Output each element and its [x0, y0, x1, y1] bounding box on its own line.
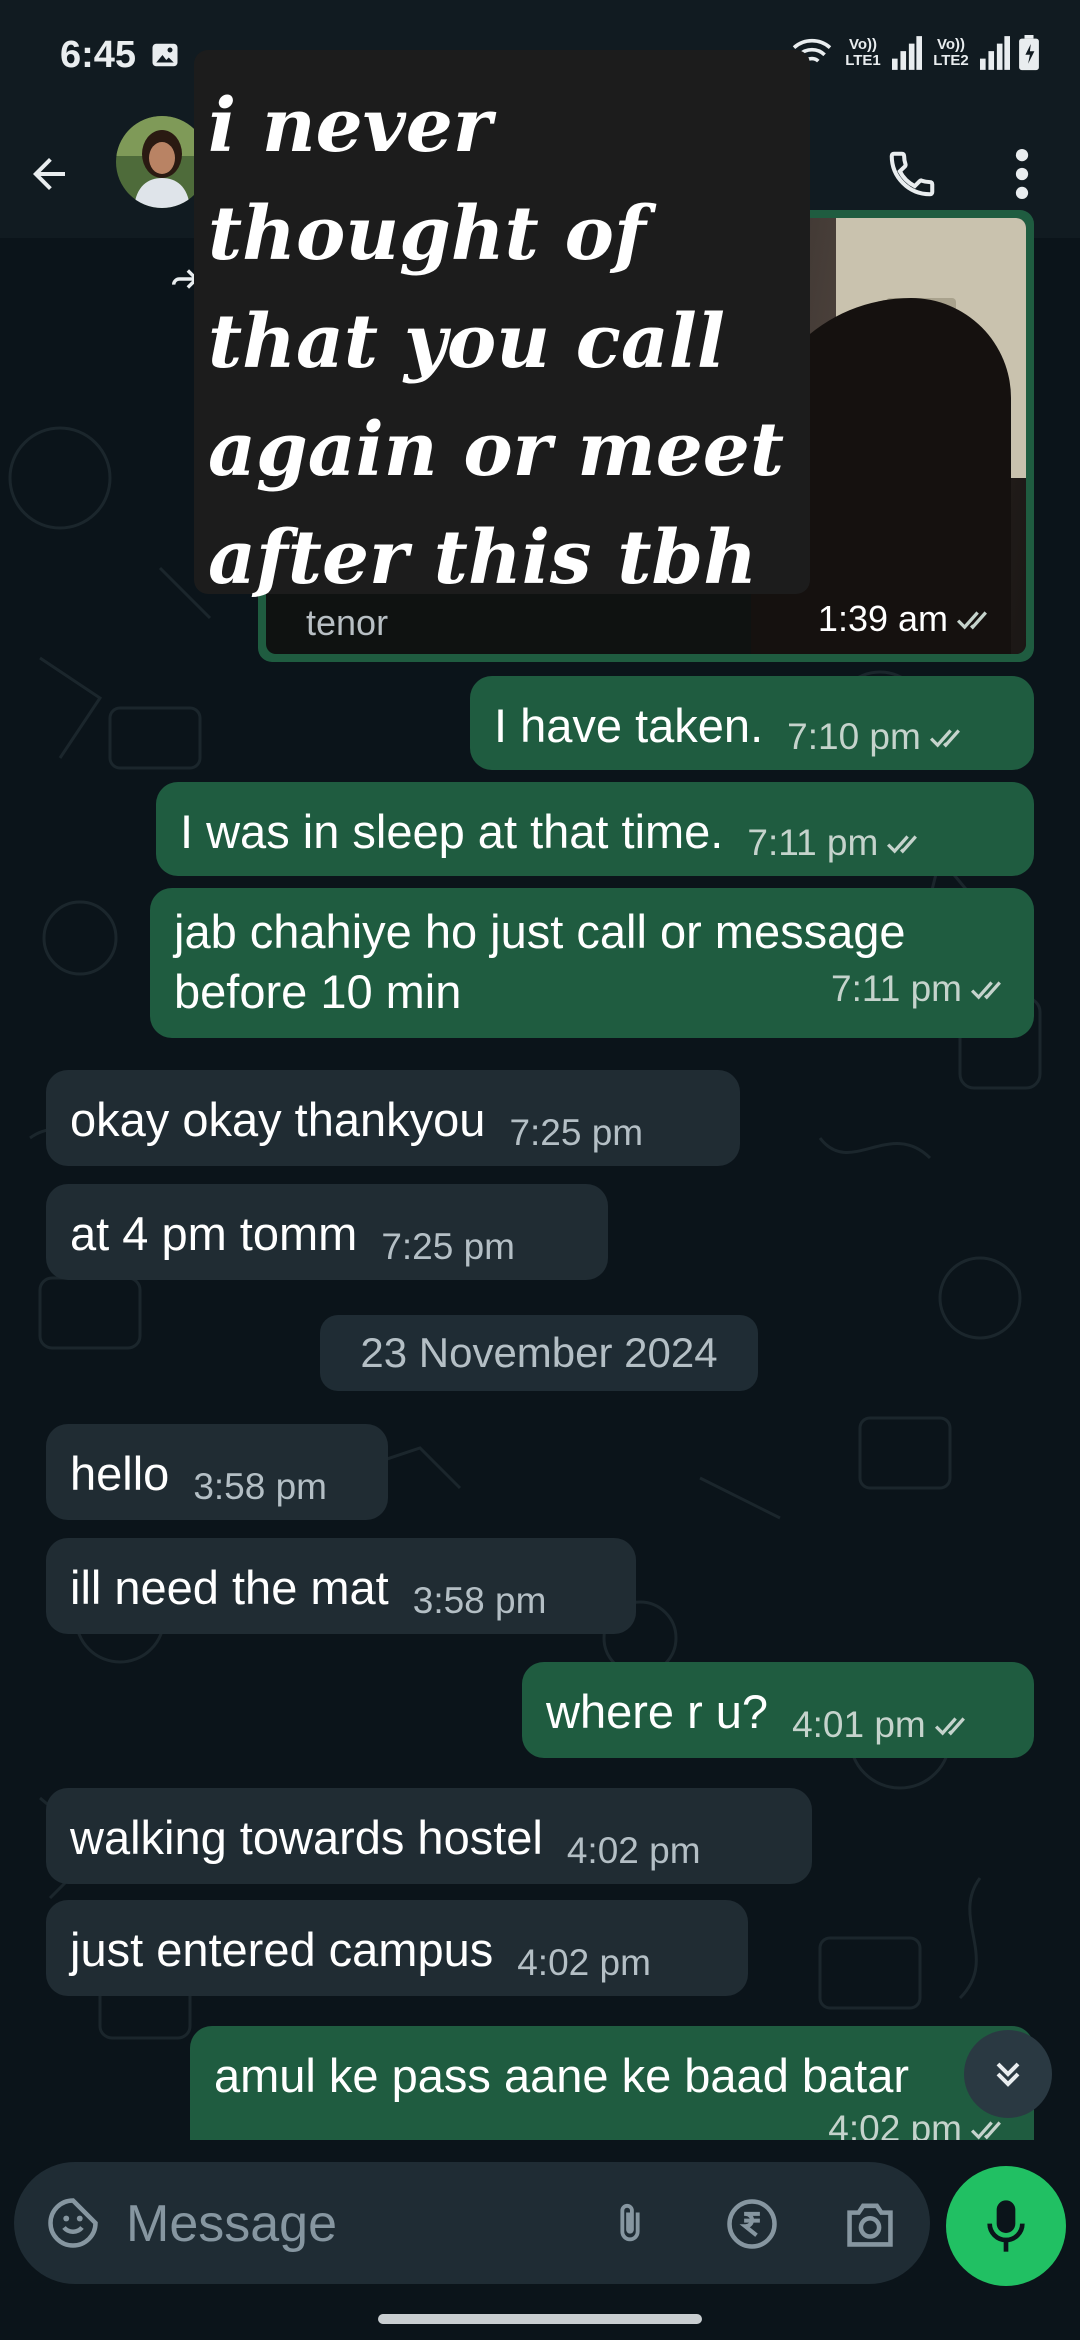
- message-time: 4:01 pm: [792, 1704, 926, 1745]
- message-time-text: 1:39 am: [817, 598, 948, 639]
- message-meta: 7:10 pm: [787, 716, 969, 770]
- sticker-icon: [48, 2198, 98, 2248]
- overlay-quote-line: again or meet: [208, 407, 785, 493]
- camera-button[interactable]: [838, 2192, 902, 2256]
- message-time: 3:58 pm: [412, 1580, 547, 1621]
- overlay-quote-line: after this tbh: [208, 515, 758, 601]
- message-time: 7:11 pm: [831, 968, 962, 1009]
- attach-button[interactable]: [598, 2192, 662, 2256]
- message-time: 7:25 pm: [509, 1112, 644, 1153]
- home-indicator[interactable]: [378, 2314, 702, 2324]
- message-time: 7:11 pm: [747, 822, 879, 863]
- message-text: at 4 pm tomm: [70, 1207, 358, 1260]
- message-time: 7:25 pm: [381, 1226, 516, 1267]
- more-vert-icon: [1015, 148, 1029, 200]
- arrow-left-icon: [33, 158, 65, 190]
- incoming-message[interactable]: walking towards hostel 4:02 pm: [46, 1788, 812, 1884]
- message-input[interactable]: Message: [126, 2194, 606, 2254]
- outgoing-message[interactable]: amul ke pass aane ke baad batar 4:02 pm: [190, 2026, 1034, 2150]
- voice-message-button[interactable]: [946, 2166, 1066, 2286]
- outgoing-message[interactable]: I have taken. 7:10 pm: [470, 676, 1034, 770]
- incoming-message[interactable]: just entered campus 4:02 pm: [46, 1900, 748, 1996]
- overlay-quote-line: i never: [208, 83, 492, 169]
- scroll-to-bottom-button[interactable]: [964, 2030, 1052, 2118]
- message-time: 3:58 pm: [193, 1466, 328, 1507]
- message-time: 1:39 am: [818, 598, 996, 640]
- message-time: 7:10 pm: [787, 716, 921, 757]
- message-text: ill need the mat: [70, 1561, 389, 1614]
- message-input-container[interactable]: Message: [14, 2162, 930, 2284]
- sticker-button[interactable]: [42, 2192, 104, 2254]
- gallery-icon: [152, 43, 178, 67]
- message-time: 4:02 pm: [517, 1942, 651, 1983]
- overlay-quote-line: that you call: [208, 299, 726, 385]
- overlay-quote-line: thought of: [208, 191, 646, 277]
- status-time: 6:45: [60, 33, 137, 76]
- message-composer: Message: [0, 2140, 1080, 2340]
- mic-icon: [987, 2200, 1025, 2252]
- incoming-message[interactable]: ill need the mat 3:58 pm: [46, 1538, 636, 1634]
- signal-icon: [980, 36, 1010, 70]
- message-text: just entered campus: [70, 1923, 494, 1976]
- message-time: 4:02 pm: [566, 1830, 701, 1871]
- overlay-quote-card: i never thought of that you call again o…: [194, 50, 810, 601]
- incoming-message[interactable]: okay okay thankyou 7:25 pm: [46, 1070, 740, 1166]
- date-divider: 23 November 2024: [320, 1315, 758, 1391]
- battery-icon: [1019, 35, 1039, 71]
- outgoing-message[interactable]: I was in sleep at that time. 7:11 pm: [156, 782, 1034, 876]
- message-text: where r u?: [546, 1685, 769, 1738]
- message-meta: 4:01 pm: [792, 1704, 974, 1758]
- chevron-double-down-icon: [996, 2062, 1020, 2087]
- message-text: hello: [70, 1447, 170, 1500]
- network-label-2: Vo)) LTE2: [933, 36, 969, 69]
- double-check-icon: [956, 611, 987, 630]
- double-check-icon: [929, 729, 960, 748]
- double-check-icon: [887, 835, 918, 854]
- more-options-button[interactable]: [990, 132, 1054, 216]
- signal-icon: [892, 36, 922, 70]
- message-text: I have taken.: [494, 699, 764, 752]
- incoming-message[interactable]: hello 3:58 pm: [46, 1424, 388, 1520]
- message-text: before 10 min: [174, 965, 462, 1018]
- status-icons: Vo)) LTE1 Vo)) LTE2: [790, 35, 1040, 71]
- message-meta: 7:11 pm: [747, 822, 926, 876]
- message-text: jab chahiye ho just call or message: [174, 905, 906, 958]
- double-check-icon: [970, 981, 1001, 1000]
- phone-icon: [889, 151, 935, 197]
- paperclip-icon: [620, 2203, 640, 2242]
- rupee-icon: [727, 2199, 777, 2249]
- message-meta: 7:11 pm: [831, 968, 1010, 1022]
- message-text: amul ke pass aane ke baad batar: [214, 2049, 910, 2102]
- double-check-icon: [934, 1717, 965, 1736]
- network-label-1: Vo)) LTE1: [845, 36, 881, 69]
- incoming-message[interactable]: at 4 pm tomm 7:25 pm: [46, 1184, 608, 1280]
- outgoing-message[interactable]: jab chahiye ho just call or message befo…: [150, 888, 1034, 1038]
- double-check-icon: [970, 2121, 1001, 2140]
- message-text: walking towards hostel: [70, 1811, 543, 1864]
- back-button[interactable]: [14, 132, 84, 216]
- camera-icon: [847, 2203, 893, 2247]
- outgoing-message[interactable]: where r u? 4:01 pm: [522, 1662, 1034, 1758]
- voice-call-button[interactable]: [870, 132, 954, 216]
- payment-button[interactable]: [720, 2192, 784, 2256]
- message-text: okay okay thankyou: [70, 1093, 486, 1146]
- message-text: I was in sleep at that time.: [180, 805, 724, 858]
